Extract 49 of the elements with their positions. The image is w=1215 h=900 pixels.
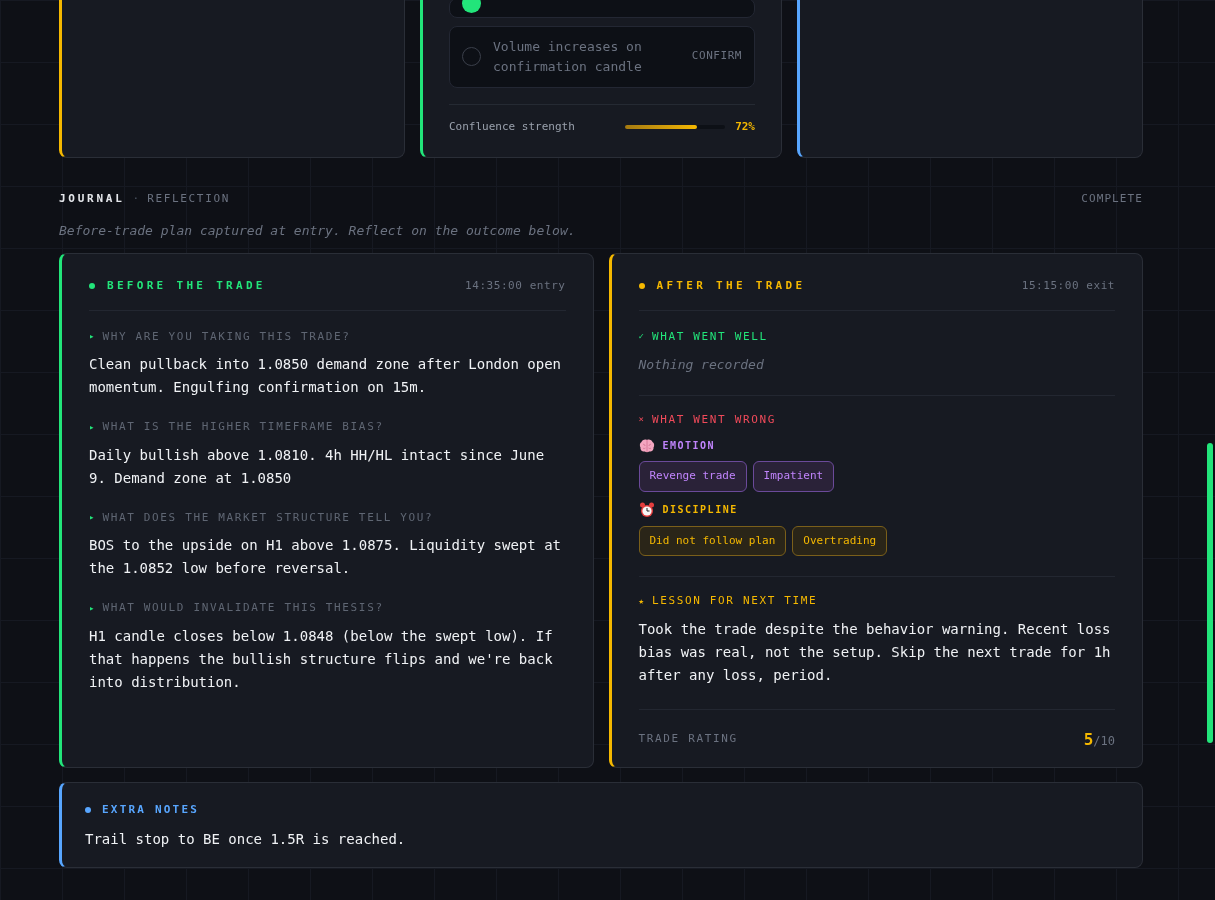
status-label: COMPLETE [1081,191,1143,207]
journal-subtitle: REFLECTION [147,191,230,207]
alarm-clock-icon [638,501,655,518]
marker-icon: ★ [638,594,644,608]
tag-chip: Did not follow plan [638,525,787,556]
card-title: EXTRA NOTES [102,802,200,818]
rating-scale: /10 [1093,732,1115,750]
marker-icon: ▸ [89,330,95,344]
section-label: WHAT WENT WRONG [651,411,776,428]
tag-chip: Revenge trade [638,461,747,492]
section-label: WHAT WOULD INVALIDATE THIS THESIS? [102,600,384,616]
answer-text: H1 candle closes below 1.0848 (below the swept low). If that happens the bullish structure flips and we're back into distribution. [89,626,554,692]
marker-icon: ✓ [638,330,644,344]
section-label: WHAT WENT WELL [651,328,768,345]
brain-icon [638,438,655,453]
checklist-item[interactable] [449,0,755,18]
rating-label: TRADE RATING [638,731,738,748]
exit-time: 15:15:00 exit [1021,278,1115,294]
checklist-item[interactable]: Volume increases on confirmation candle CONFIRM [449,25,755,88]
entry-time: 14:35:00 entry [465,278,566,294]
marker-icon: ▸ [89,511,95,525]
answer-text: Daily bullish above 1.0810. 4h HH/HL intact since June 9. Demand zone at 1.0850 [89,445,546,488]
marker-icon: × [638,413,644,427]
marker-icon: ▸ [89,420,95,434]
answer-text: Clean pullback into 1.0850 demand zone after London open momentum. Engulfing confirmation on 15m. [89,355,562,397]
journal-title: JOURNAL [59,191,125,207]
confirm-tag: CONFIRM [691,48,742,65]
section-label: WHAT DOES THE MARKET STRUCTURE TELL YOU? [102,509,434,526]
strength-label: Confluence strength [449,118,575,135]
answer-text: BOS to the upside on H1 above 1.0875. Liquidity swept at the 1.0852 low before reversal. [89,536,562,578]
card-title: AFTER THE TRADE [656,278,806,294]
section-label: LESSON FOR NEXT TIME [651,593,818,609]
scrollbar-thumb[interactable] [1207,443,1213,743]
item-text: Volume increases on confirmation candle [493,37,643,76]
empty-text: Nothing recorded [638,356,765,374]
section-label: WHAT IS THE HIGHER TIMEFRAME BIAS? [102,419,384,435]
notes-text: Trail stop to BE once 1.5R is reached. [85,829,407,849]
section-label: WHY ARE YOU TAKING THIS TRADE? [102,328,351,345]
marker-icon: ▸ [89,601,95,615]
tag-chip: Overtrading [792,525,888,556]
card-title: BEFORE THE TRADE [107,278,266,294]
lesson-text: Took the trade despite the behavior warning. Recent loss bias was real, not the setup. Skip the next trade for 1h after any loss, period. [638,619,1112,685]
group-label: EMOTION [662,439,716,453]
group-label: DISCIPLINE [662,503,738,517]
strength-value: 72% [735,118,755,135]
separator-dot: · [132,191,140,207]
journal-description: Before-trade plan captured at entry. Reflect on the outcome below. [59,221,577,240]
tag-chip: Impatient [752,461,835,492]
rating-value: 5 [1083,728,1094,751]
